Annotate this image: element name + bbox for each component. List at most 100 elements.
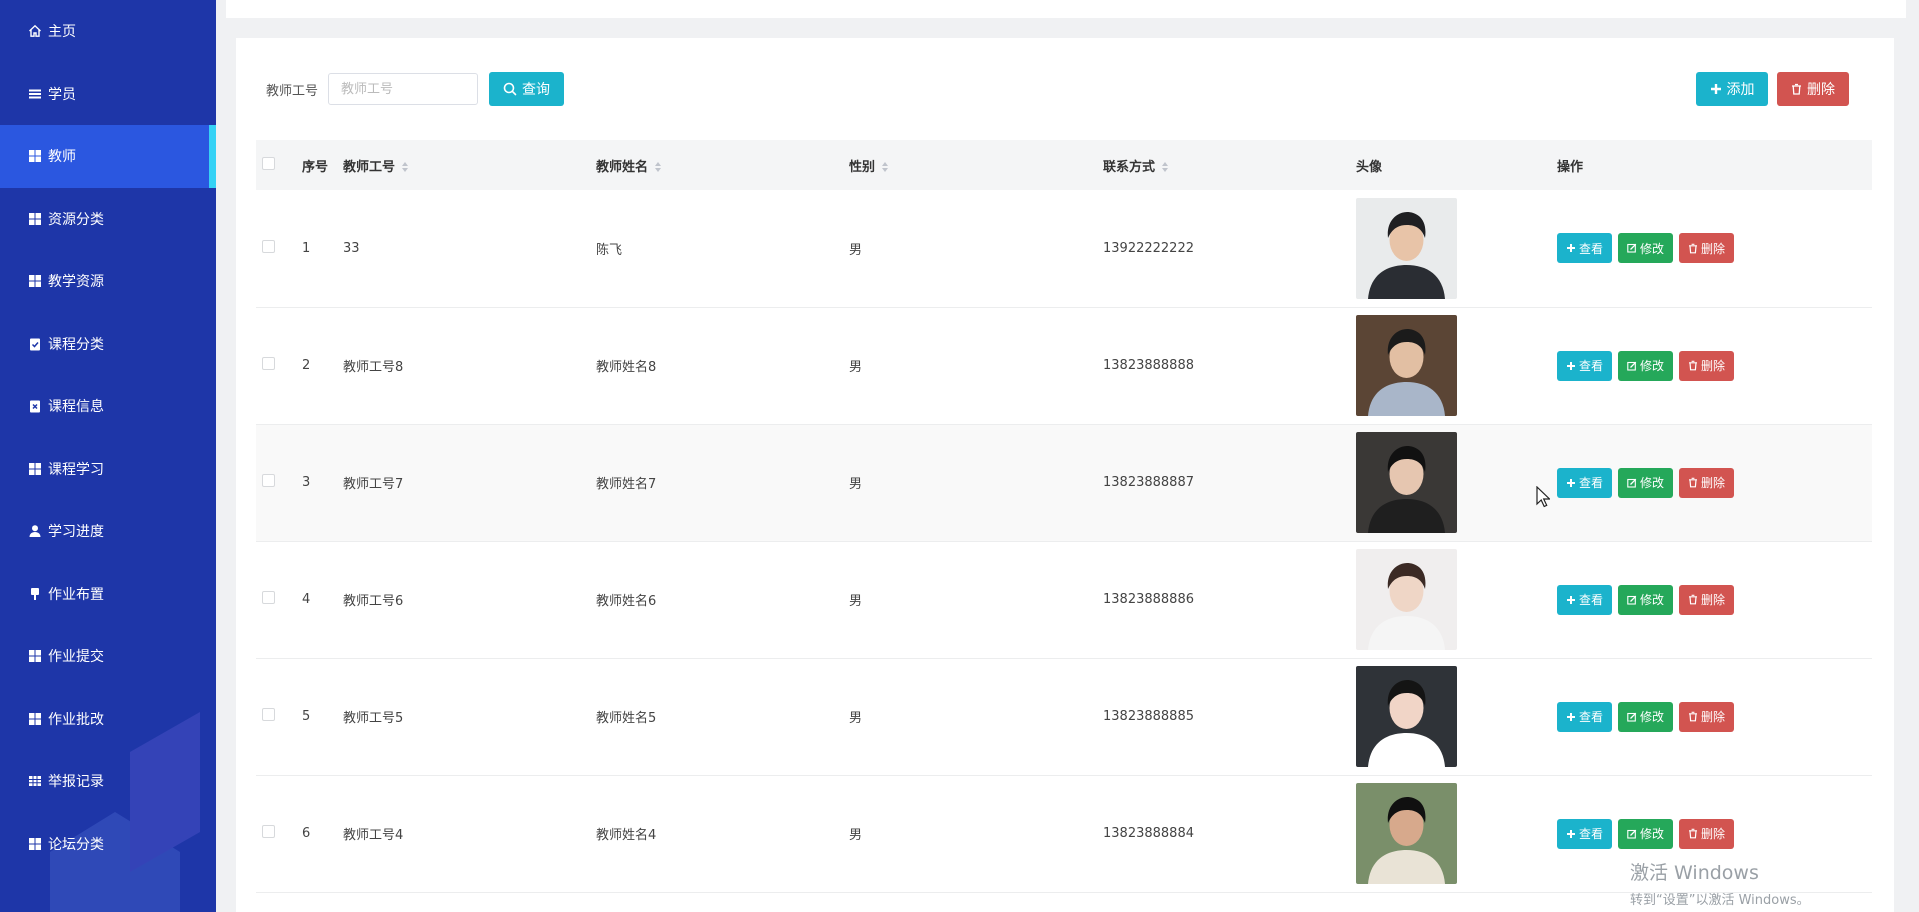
view-button[interactable]: 查看 (1557, 350, 1612, 381)
watermark-title: 激活 Windows (1630, 862, 1759, 884)
column-header-gender[interactable]: 性别 (849, 140, 1103, 190)
table-row: 2 教师工号8 教师姓名8 男 13823888888 查看 修改 删除 (256, 307, 1872, 425)
cell-gender: 男 (849, 190, 1103, 308)
view-button-label: 查看 (1578, 359, 1603, 373)
sidebar-item-6[interactable]: 课程信息 (0, 375, 216, 438)
table-row: 3 教师工号7 教师姓名7 男 13823888887 查看 修改 删除 (256, 424, 1872, 542)
grid-icon (28, 212, 42, 226)
edit-button[interactable]: 修改 (1618, 701, 1673, 732)
view-button[interactable]: 查看 (1557, 701, 1612, 732)
query-button-label: 查询 (522, 82, 551, 98)
sidebar-item-label: 作业批改 (48, 711, 104, 728)
sort-icon[interactable] (654, 161, 662, 173)
sidebar-item-label: 举报记录 (48, 774, 104, 791)
grid-icon (28, 712, 42, 726)
select-all-checkbox[interactable] (262, 156, 275, 170)
sidebar-item-label: 教学资源 (48, 274, 104, 291)
delete-button[interactable]: 删除 (1679, 701, 1734, 732)
plus-icon (1566, 244, 1575, 253)
sidebar-item-5[interactable]: 课程分类 (0, 313, 216, 376)
cell-teacher-id: 教师工号5 (343, 658, 596, 776)
cell-teacher-name: 教师姓名5 (596, 658, 849, 776)
column-header-avatar: 头像 (1356, 140, 1557, 190)
view-button[interactable]: 查看 (1557, 584, 1612, 615)
plus-icon (1566, 829, 1575, 838)
sidebar-item-1[interactable]: 学员 (0, 63, 216, 126)
plus-icon (1566, 712, 1575, 721)
cell-gender: 男 (849, 775, 1103, 893)
plus-icon (1710, 84, 1721, 94)
batch-delete-button[interactable]: 删除 (1777, 72, 1849, 106)
sidebar-item-2[interactable]: 教师 (0, 125, 216, 188)
cell-teacher-name: 陈飞 (596, 190, 849, 308)
trash-icon (1688, 711, 1697, 722)
edit-button[interactable]: 修改 (1618, 584, 1673, 615)
watermark-subtitle: 转到“设置”以激活 Windows。 (1630, 893, 1810, 908)
view-button[interactable]: 查看 (1557, 818, 1612, 849)
add-button-label: 添加 (1726, 82, 1755, 98)
edit-button[interactable]: 修改 (1618, 818, 1673, 849)
column-header-teacher-name[interactable]: 教师姓名 (596, 140, 849, 190)
table-row: 5 教师工号5 教师姓名5 男 13823888885 查看 修改 删除 (256, 658, 1872, 776)
row-checkbox[interactable] (262, 708, 275, 721)
delete-button[interactable]: 删除 (1679, 350, 1734, 381)
teacher-id-search-input[interactable] (328, 73, 479, 105)
avatar-image (1356, 432, 1457, 533)
row-checkbox[interactable] (262, 357, 275, 370)
sidebar: 主页学员 教师 资源分类教学资源课程分类课程信息 课程学习 学习进度 作业布置 作业提交作业… (0, 0, 216, 912)
column-header-gender-label: 性别 (849, 159, 876, 175)
column-header-teacher-id[interactable]: 教师工号 (343, 140, 596, 190)
trash-icon (1688, 477, 1697, 488)
cell-teacher-name: 教师姓名8 (596, 307, 849, 425)
delete-button-label: 删除 (1700, 359, 1725, 373)
cell-avatar (1356, 658, 1557, 776)
column-header-teacher-name-label: 教师姓名 (596, 159, 649, 175)
cell-avatar (1356, 541, 1557, 659)
row-checkbox[interactable] (262, 591, 275, 604)
view-button[interactable]: 查看 (1557, 233, 1612, 264)
delete-button-label: 删除 (1700, 593, 1725, 607)
teacher-table: 序号 教师工号 教师姓名 性别 联系方式 头像 操作 1 33 陈飞 男 139… (256, 140, 1872, 893)
row-checkbox[interactable] (262, 239, 275, 253)
query-button[interactable]: 查询 (489, 72, 565, 106)
row-actions: 查看 修改 删除 (1557, 233, 1872, 264)
row-checkbox[interactable] (262, 825, 275, 838)
delete-button[interactable]: 删除 (1679, 818, 1734, 849)
edit-button[interactable]: 修改 (1618, 233, 1673, 264)
sidebar-item-7[interactable]: 课程学习 (0, 438, 216, 501)
edit-icon (1627, 595, 1637, 605)
cell-index: 5 (302, 658, 343, 776)
column-header-contact[interactable]: 联系方式 (1103, 140, 1356, 190)
row-checkbox[interactable] (262, 474, 275, 487)
sort-icon[interactable] (1161, 161, 1169, 173)
edit-icon (1627, 361, 1637, 371)
sidebar-item-13[interactable]: 论坛分类 (0, 813, 216, 876)
sidebar-item-3[interactable]: 资源分类 (0, 188, 216, 251)
sidebar-item-4[interactable]: 教学资源 (0, 250, 216, 313)
sidebar-item-0[interactable]: 主页 (0, 0, 216, 63)
cell-teacher-id: 教师工号7 (343, 424, 596, 542)
sidebar-item-8[interactable]: 学习进度 (0, 500, 216, 563)
column-header-teacher-id-label: 教师工号 (343, 159, 396, 175)
cell-contact: 13823888888 (1103, 307, 1356, 425)
add-button[interactable]: 添加 (1696, 72, 1768, 106)
top-bar (226, 0, 1906, 18)
sidebar-item-11[interactable]: 作业批改 (0, 688, 216, 751)
delete-button[interactable]: 删除 (1679, 467, 1734, 498)
edit-button[interactable]: 修改 (1618, 467, 1673, 498)
sort-icon[interactable] (881, 161, 889, 173)
sidebar-item-label: 课程分类 (48, 336, 104, 353)
sort-icon[interactable] (401, 161, 409, 173)
delete-button-label: 删除 (1700, 476, 1725, 490)
sidebar-item-10[interactable]: 作业提交 (0, 625, 216, 688)
delete-button[interactable]: 删除 (1679, 584, 1734, 615)
delete-button[interactable]: 删除 (1679, 233, 1734, 264)
view-button[interactable]: 查看 (1557, 467, 1612, 498)
sidebar-item-label: 主页 (48, 24, 76, 41)
edit-button[interactable]: 修改 (1618, 350, 1673, 381)
sidebar-item-9[interactable]: 作业布置 (0, 563, 216, 626)
avatar-image (1356, 783, 1457, 884)
sidebar-item-12[interactable]: 举报记录 (0, 750, 216, 813)
edit-icon (1627, 712, 1637, 722)
trash-icon (1792, 83, 1801, 95)
